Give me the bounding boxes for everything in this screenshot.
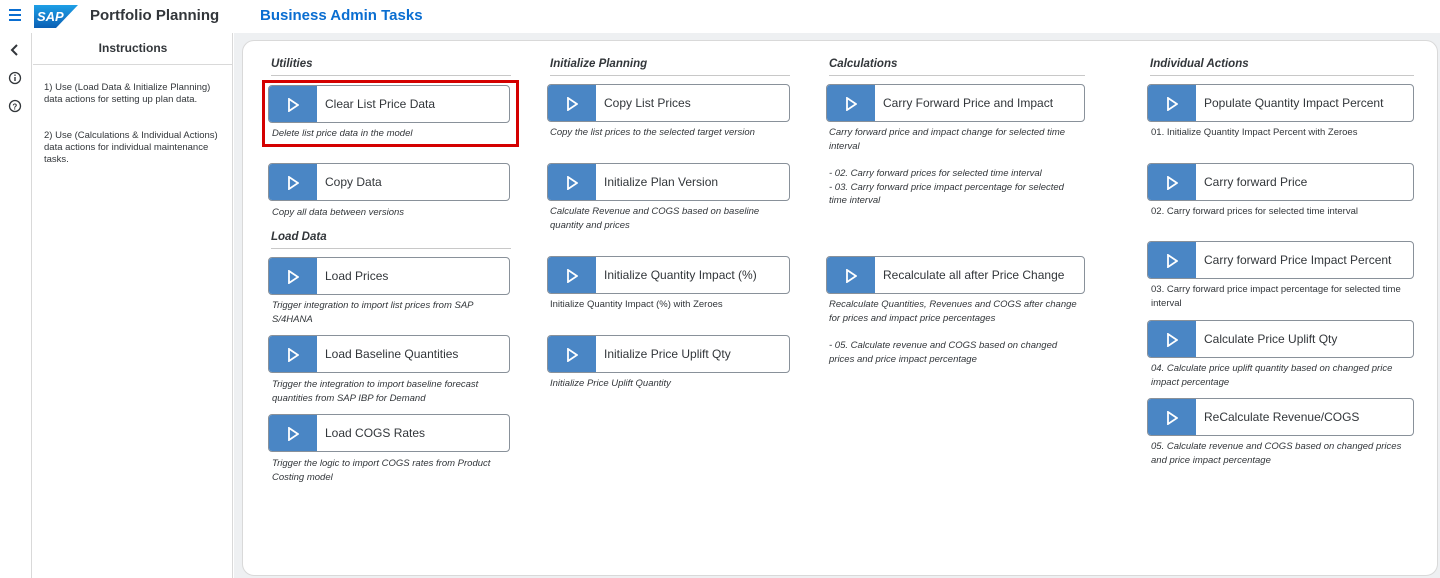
action-description: Carry forward price and impact change fo… — [829, 127, 1066, 152]
play-icon — [1148, 399, 1196, 435]
action-description: 04. Calculate price uplift quantity base… — [1151, 363, 1393, 388]
action-description: Trigger the logic to import COGS rates f… — [272, 458, 491, 483]
carry-forward-price-and-impact-button[interactable]: Carry Forward Price and Impact — [826, 84, 1085, 122]
instructions-panel: Instructions 1) Use (Load Data & Initial… — [33, 33, 233, 578]
button-label: Calculate Price Uplift Qty — [1204, 332, 1338, 346]
clear-list-price-data-button[interactable]: Clear List Price Data — [268, 85, 510, 123]
action-note: - 02. Carry forward prices for selected … — [829, 168, 1064, 206]
svg-text:?: ? — [12, 102, 17, 111]
button-label: Initialize Quantity Impact (%) — [604, 268, 757, 282]
button-label: Copy Data — [325, 175, 382, 189]
button-label: Initialize Price Uplift Qty — [604, 347, 731, 361]
play-icon — [269, 86, 317, 122]
play-icon — [548, 257, 596, 293]
button-label: Carry Forward Price and Impact — [883, 96, 1054, 110]
hamburger-icon[interactable] — [9, 9, 21, 21]
play-icon — [1148, 242, 1196, 278]
play-icon — [548, 85, 596, 121]
initialize-quantity-impact-button[interactable]: Initialize Quantity Impact (%) — [547, 256, 790, 294]
action-description: Delete list price data in the model — [272, 128, 413, 139]
button-label: Load COGS Rates — [325, 426, 426, 440]
load-baseline-quantities-button[interactable]: Load Baseline Quantities — [268, 335, 510, 373]
button-label: Load Prices — [325, 269, 389, 283]
recalculate-all-after-price-change-button[interactable]: Recalculate all after Price Change — [826, 256, 1085, 294]
page-title: Business Admin Tasks — [260, 7, 423, 24]
carry-forward-price-impact-percent-button[interactable]: Carry forward Price Impact Percent — [1147, 241, 1414, 279]
shell-bar: SAP Portfolio Planning Business Admin Ta… — [0, 0, 1440, 33]
action-description: 01. Initialize Quantity Impact Percent w… — [1151, 127, 1358, 138]
help-icon[interactable]: ? — [8, 99, 22, 113]
play-icon — [1148, 164, 1196, 200]
button-label: Initialize Plan Version — [604, 175, 719, 189]
svg-text:SAP: SAP — [37, 9, 64, 24]
button-label: ReCalculate Revenue/COGS — [1204, 410, 1360, 424]
section-header-calculations: Calculations — [829, 58, 1085, 76]
info-icon[interactable] — [8, 71, 22, 85]
button-label: Populate Quantity Impact Percent — [1204, 96, 1384, 110]
action-note: - 05. Calculate revenue and COGS based o… — [829, 340, 1058, 365]
copy-data-button[interactable]: Copy Data — [268, 163, 510, 201]
recalculate-revenue-cogs-button[interactable]: ReCalculate Revenue/COGS — [1147, 398, 1414, 436]
section-header-utilities: Utilities — [271, 58, 511, 76]
populate-quantity-impact-percent-button[interactable]: Populate Quantity Impact Percent — [1147, 84, 1414, 122]
play-icon — [269, 415, 317, 451]
action-description: Copy the list prices to the selected tar… — [550, 127, 755, 138]
play-icon — [1148, 85, 1196, 121]
instruction-item: 1) Use (Load Data & Initialize Planning)… — [44, 82, 211, 105]
play-icon — [548, 336, 596, 372]
play-icon — [1148, 321, 1196, 357]
action-description: Trigger the integration to import baseli… — [272, 379, 479, 404]
action-description: Initialize Price Uplift Quantity — [550, 378, 671, 389]
instructions-title: Instructions — [98, 41, 168, 55]
app-title: Portfolio Planning — [90, 7, 220, 24]
action-description: 05. Calculate revenue and COGS based on … — [1151, 441, 1402, 466]
action-description: Trigger integration to import list price… — [272, 300, 474, 325]
action-description: Recalculate Quantities, Revenues and COG… — [829, 299, 1077, 324]
play-icon — [548, 164, 596, 200]
initialize-plan-version-button[interactable]: Initialize Plan Version — [547, 163, 790, 201]
carry-forward-price-button[interactable]: Carry forward Price — [1147, 163, 1414, 201]
play-icon — [269, 164, 317, 200]
load-cogs-rates-button[interactable]: Load COGS Rates — [268, 414, 510, 452]
button-label: Recalculate all after Price Change — [883, 268, 1065, 282]
action-description: Initialize Quantity Impact (%) with Zero… — [550, 299, 723, 310]
button-label: Copy List Prices — [604, 96, 691, 110]
button-label: Load Baseline Quantities — [325, 347, 459, 361]
action-description: 02. Carry forward prices for selected ti… — [1151, 206, 1358, 217]
button-label: Clear List Price Data — [325, 97, 436, 111]
action-description: Copy all data between versions — [272, 207, 405, 218]
section-header-initialize-planning: Initialize Planning — [550, 58, 790, 76]
section-header-individual-actions: Individual Actions — [1150, 58, 1414, 76]
action-description: Calculate Revenue and COGS based on base… — [550, 206, 760, 231]
play-icon — [269, 258, 317, 294]
copy-list-prices-button[interactable]: Copy List Prices — [547, 84, 790, 122]
calculate-price-uplift-qty-button[interactable]: Calculate Price Uplift Qty — [1147, 320, 1414, 358]
section-header-load-data: Load Data — [271, 231, 511, 249]
play-icon — [269, 336, 317, 372]
button-label: Carry forward Price Impact Percent — [1204, 253, 1392, 267]
play-icon — [827, 85, 875, 121]
sap-logo: SAP — [34, 5, 78, 28]
side-rail: ? — [0, 33, 32, 578]
initialize-price-uplift-qty-button[interactable]: Initialize Price Uplift Qty — [547, 335, 790, 373]
play-icon — [827, 257, 875, 293]
action-description: 03. Carry forward price impact percentag… — [1151, 284, 1401, 309]
load-prices-button[interactable]: Load Prices — [268, 257, 510, 295]
divider — [33, 64, 233, 65]
chevron-left-icon[interactable] — [8, 43, 22, 57]
instruction-item: 2) Use (Calculations & Individual Action… — [44, 130, 218, 165]
button-label: Carry forward Price — [1204, 175, 1308, 189]
